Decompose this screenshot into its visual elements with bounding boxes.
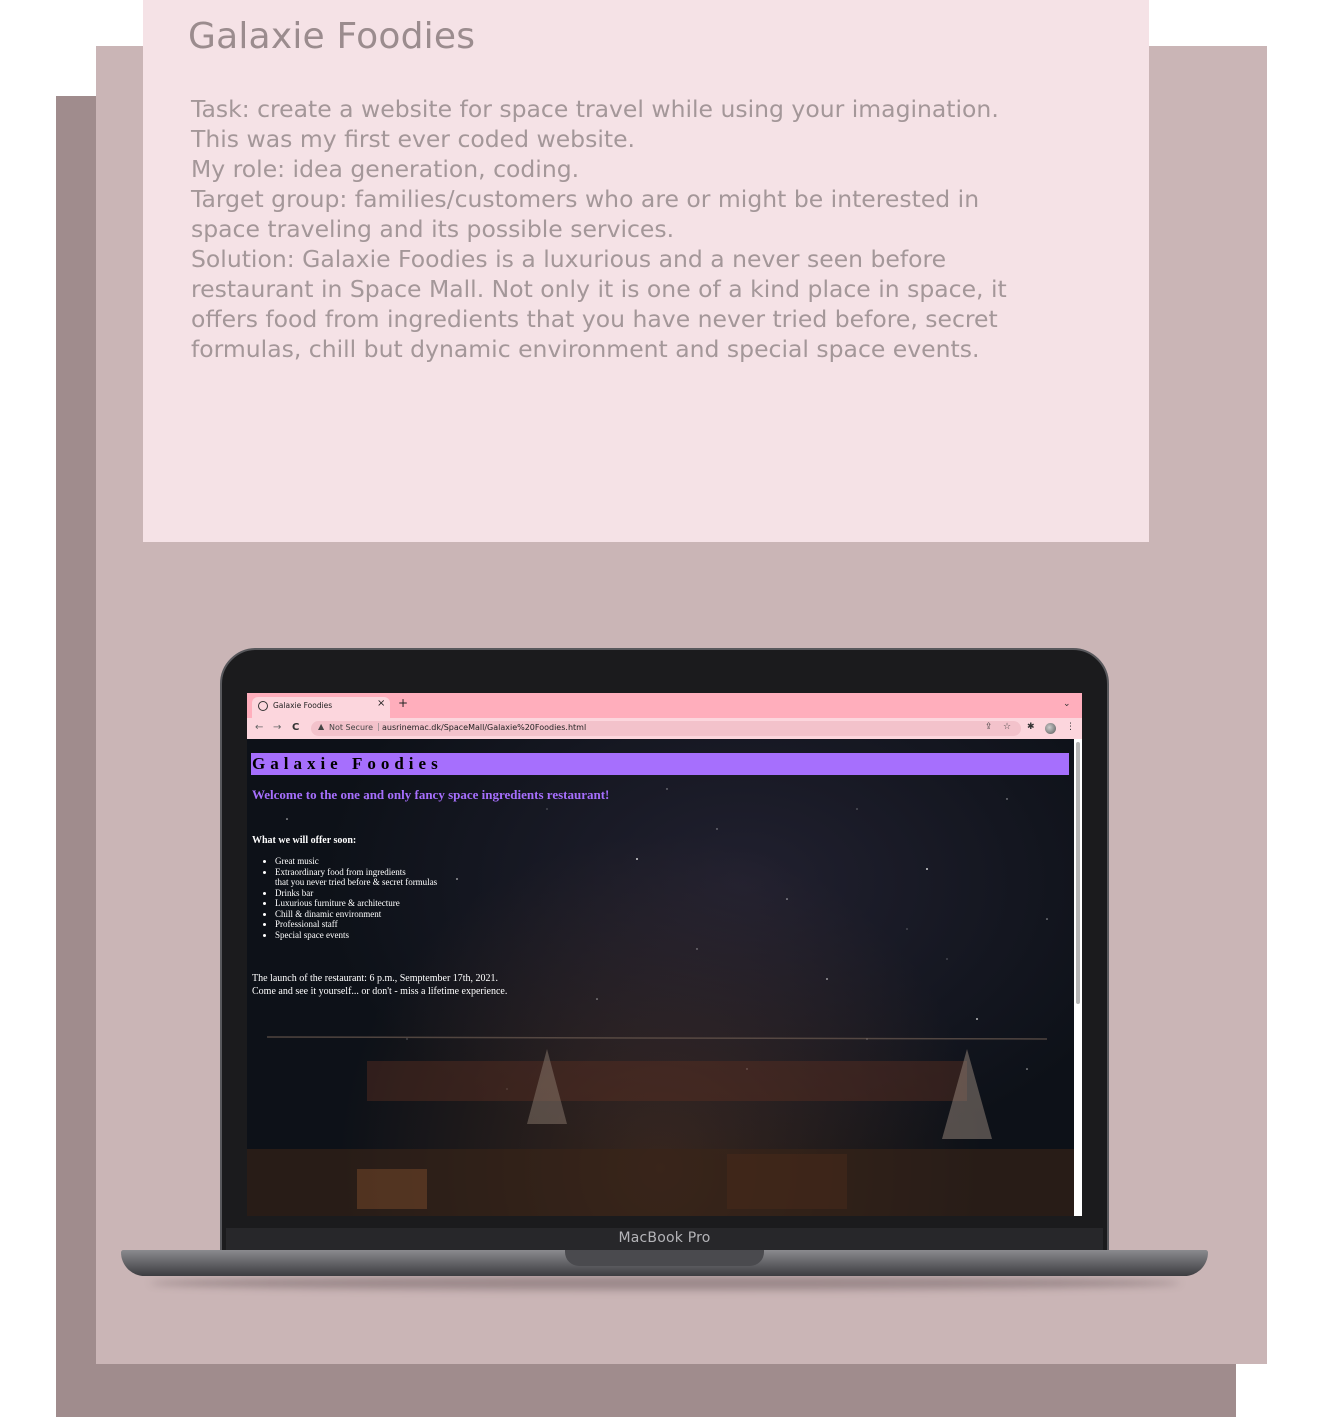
- offer-heading: What we will offer soon:: [252, 835, 357, 846]
- new-tab-button[interactable]: +: [398, 697, 408, 709]
- description-line: Target group: families/customers who are…: [191, 185, 980, 213]
- list-item: Luxurious furniture & architecture: [275, 898, 437, 909]
- tab-search-icon[interactable]: ⌄: [1063, 699, 1071, 709]
- browser-tab[interactable]: Galaxie Foodies ×: [252, 697, 390, 718]
- project-description: Task: create a website for space travel …: [191, 94, 1091, 364]
- kebab-menu-icon[interactable]: ⋮: [1066, 722, 1075, 732]
- url-text[interactable]: ausrinemac.dk/SpaceMall/Galaxie%20Foodie…: [382, 723, 586, 732]
- launch-invite-text: Come and see it yourself... or don't - m…: [252, 986, 508, 997]
- description-line: space traveling and its possible service…: [191, 215, 675, 243]
- list-item: Drinks bar: [275, 888, 437, 899]
- laptop-shadow: [150, 1276, 1180, 1290]
- extensions-puzzle-icon[interactable]: ✱: [1027, 722, 1035, 732]
- forward-button[interactable]: →: [273, 721, 281, 735]
- share-icon[interactable]: ⇪: [985, 722, 993, 732]
- list-item: Great music: [275, 856, 437, 867]
- list-item-text: that you never tried before & secret for…: [275, 877, 438, 887]
- list-item: Special space events: [275, 930, 437, 941]
- security-indicator[interactable]: Not Secure: [329, 723, 373, 732]
- globe-icon: [258, 701, 268, 711]
- address-bar[interactable]: ▲ Not Secure | ausrinemac.dk/SpaceMall/G…: [311, 721, 1021, 736]
- tab-title: Galaxie Foodies: [273, 701, 333, 710]
- browser-toolbar: ← → C ▲ Not Secure | ausrinemac.dk/Space…: [247, 718, 1082, 739]
- launch-info: The launch of the restaurant: 6 p.m., Se…: [252, 972, 507, 998]
- project-title: Galaxie Foodies: [188, 16, 476, 57]
- site-heading: Galaxie Foodies: [251, 753, 1069, 775]
- url-divider: |: [377, 722, 380, 731]
- laptop-notch: [565, 1250, 764, 1266]
- offer-list: Great music Extraordinary food from ingr…: [252, 856, 437, 940]
- description-line: Solution: Galaxie Foodies is a luxurious…: [191, 245, 947, 273]
- description-card: Galaxie Foodies Task: create a website f…: [143, 0, 1149, 542]
- description-line: formulas, chill but dynamic environment …: [191, 335, 980, 363]
- description-line: restaurant in Space Mall. Not only it is…: [191, 275, 1007, 303]
- close-tab-icon[interactable]: ×: [377, 698, 385, 709]
- welcome-text: Welcome to the one and only fancy space …: [252, 787, 610, 802]
- laptop-screen: Galaxie Foodies × + ⌄ ← → C ▲ Not Secure…: [247, 693, 1082, 1216]
- list-item: Extraordinary food from ingredientsthat …: [275, 867, 437, 888]
- description-line: This was my first ever coded website.: [191, 125, 636, 153]
- website-content: Galaxie Foodies Welcome to the one and o…: [247, 739, 1074, 1216]
- bookmark-star-icon[interactable]: ☆: [1003, 722, 1011, 732]
- page-scrollbar[interactable]: [1074, 739, 1082, 1216]
- description-line: Task: create a website for space travel …: [191, 95, 999, 123]
- laptop-brand-label: MacBook Pro: [618, 1230, 711, 1246]
- warning-icon: ▲: [318, 722, 325, 731]
- reload-button[interactable]: C: [292, 721, 299, 735]
- scrollbar-thumb[interactable]: [1076, 742, 1080, 1004]
- description-line: offers food from ingredients that you ha…: [191, 305, 998, 333]
- browser-tab-bar: Galaxie Foodies × + ⌄: [247, 693, 1082, 718]
- profile-avatar[interactable]: [1045, 723, 1056, 734]
- list-item: Chill & dinamic environment: [275, 909, 437, 920]
- launch-date-text: The launch of the restaurant: 6 p.m., Se…: [252, 973, 499, 984]
- list-item: Professional staff: [275, 919, 437, 930]
- description-line: My role: idea generation, coding.: [191, 155, 580, 183]
- back-button[interactable]: ←: [255, 721, 263, 735]
- list-item-text: Extraordinary food from ingredients: [275, 866, 406, 877]
- restaurant-interior-background: [247, 1036, 1074, 1216]
